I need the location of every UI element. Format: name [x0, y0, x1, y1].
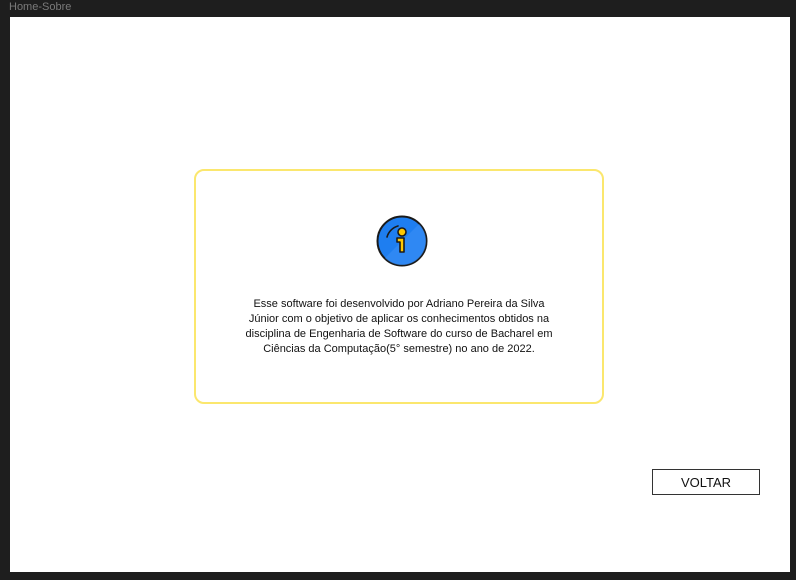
frame-title: Home-Sobre — [9, 1, 72, 13]
about-line: Esse software foi desenvolvido por Adria… — [253, 298, 545, 310]
about-line: Júnior com o objetivo de aplicar os conh… — [248, 313, 550, 325]
about-card: Esse software foi desenvolvido por Adria… — [194, 169, 604, 404]
page-frame: Esse software foi desenvolvido por Adria… — [10, 17, 790, 572]
back-button[interactable]: VOLTAR — [652, 469, 760, 495]
info-icon — [376, 215, 428, 267]
about-line: disciplina de Engenharia de Software do … — [245, 328, 553, 340]
about-line: Ciências da Computação(5° semestre) no a… — [263, 343, 535, 355]
about-text: Esse software foi desenvolvido por Adria… — [196, 297, 602, 357]
